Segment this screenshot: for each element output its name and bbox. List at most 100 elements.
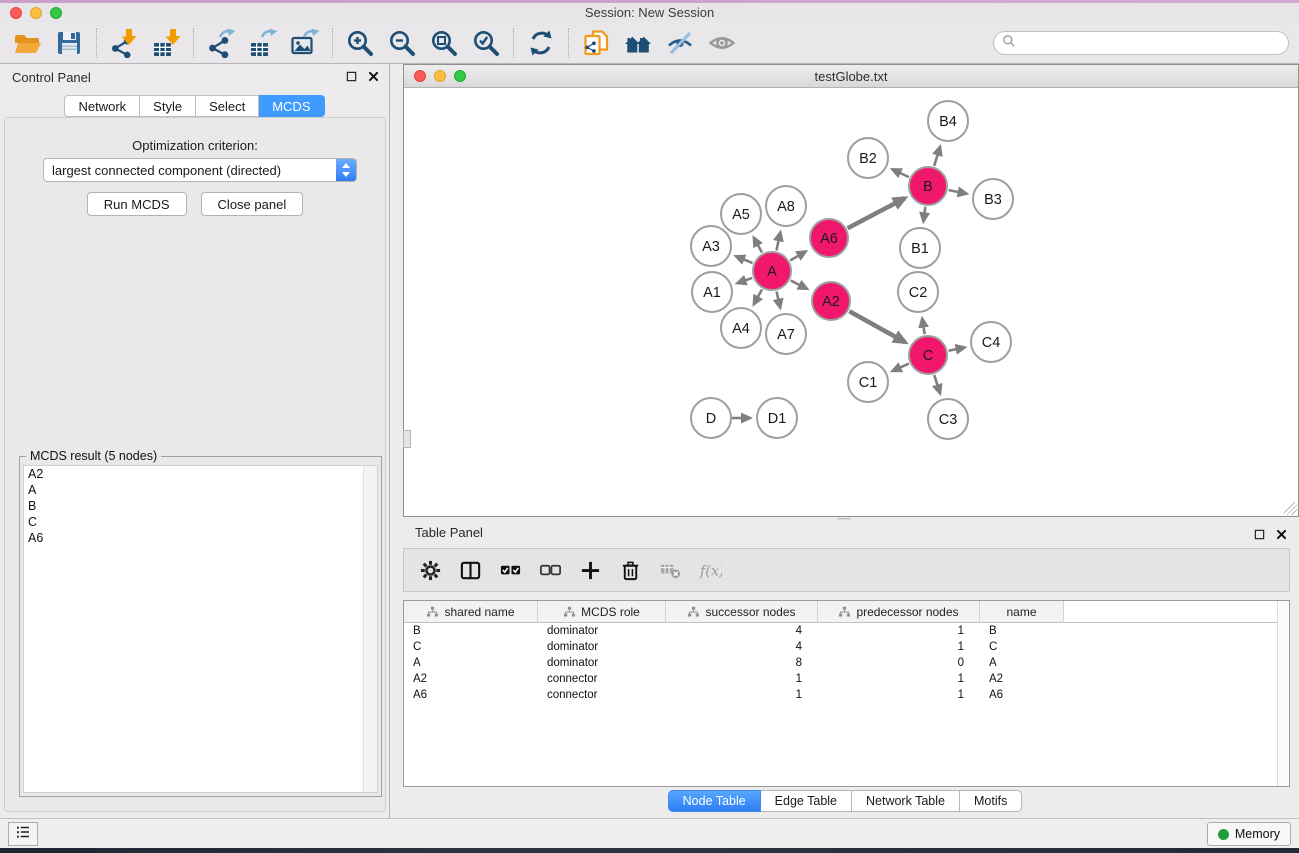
tab-motifs[interactable]: Motifs (960, 790, 1022, 812)
column-header-name[interactable]: name (980, 601, 1064, 622)
refresh-button[interactable] (520, 25, 562, 61)
select-all-rows-button[interactable] (492, 552, 528, 588)
network-edge-A-A3[interactable] (736, 256, 753, 263)
home-view-button[interactable] (617, 25, 659, 61)
column-header-shared-name[interactable]: shared name (404, 601, 538, 622)
network-edge-A-A6[interactable] (790, 252, 805, 261)
right-area: testGlobe.txt B4B2BB3A5A8A6A3B1AA1C2A2A4… (391, 64, 1299, 818)
column-header-successor-nodes[interactable]: successor nodes (666, 601, 818, 622)
network-edge-B-B1[interactable] (923, 207, 925, 221)
table-row[interactable]: A6connector11A6 (404, 687, 1289, 703)
column-header-MCDS-role[interactable]: MCDS role (538, 601, 666, 622)
network-edge-B-B2[interactable] (892, 169, 909, 177)
export-image-button[interactable] (284, 25, 326, 61)
mcds-result-items: A2ABCA6 (24, 466, 377, 546)
tab-network[interactable]: Network (64, 95, 140, 117)
optimization-criterion-label: Optimization criterion: (5, 138, 385, 153)
split-panel-icon (459, 559, 482, 582)
mcds-result-group: MCDS result (5 nodes) A2ABCA6 (19, 456, 382, 797)
import-table-button[interactable] (145, 25, 187, 61)
zoom-in-button[interactable] (339, 25, 381, 61)
criterion-dropdown-value: largest connected component (directed) (44, 163, 336, 178)
network-node-label-A1: A1 (703, 285, 721, 301)
table-settings-gear-icon (419, 559, 442, 582)
close-table-panel-icon[interactable] (1273, 526, 1289, 542)
network-node-label-A5: A5 (732, 207, 750, 223)
status-bar: Memory (0, 818, 1299, 848)
zoom-out-button[interactable] (381, 25, 423, 61)
network-edge-A-A1[interactable] (737, 278, 752, 283)
table-settings-gear-button[interactable] (412, 552, 448, 588)
tab-network-table[interactable]: Network Table (852, 790, 960, 812)
network-edge-B-B3[interactable] (949, 190, 967, 194)
column-header-predecessor-nodes[interactable]: predecessor nodes (818, 601, 980, 622)
result-item[interactable]: B (24, 498, 377, 514)
mcds-result-list[interactable]: A2ABCA6 (23, 465, 378, 793)
tab-select[interactable]: Select (196, 95, 259, 117)
network-edge-A-A2[interactable] (791, 281, 807, 289)
result-item[interactable]: C (24, 514, 377, 530)
save-session-button[interactable] (48, 25, 90, 61)
resize-grip-icon[interactable] (1284, 502, 1297, 515)
zoom-out-icon (387, 28, 417, 58)
export-network-button[interactable] (200, 25, 242, 61)
deselect-all-rows-icon (539, 559, 562, 582)
import-network-button[interactable] (103, 25, 145, 61)
criterion-dropdown[interactable]: largest connected component (directed) (43, 158, 357, 182)
hide-graphics-details-button[interactable] (659, 25, 701, 61)
table-row[interactable]: A2connector11A2 (404, 671, 1289, 687)
table-row[interactable]: Adominator80A (404, 655, 1289, 671)
network-edge-A-A5[interactable] (754, 238, 762, 253)
add-column-button[interactable] (572, 552, 608, 588)
table-cell: 1 (818, 687, 980, 703)
search-box[interactable] (993, 31, 1289, 55)
app-titlebar: Session: New Session (0, 3, 1299, 22)
table-panel-header: Table Panel (391, 520, 1299, 546)
close-panel-button[interactable]: Close panel (201, 192, 304, 216)
zoom-fit-button[interactable] (423, 25, 465, 61)
run-mcds-button[interactable]: Run MCDS (87, 192, 187, 216)
network-edge-C-C4[interactable] (949, 347, 965, 350)
float-panel-icon[interactable] (343, 68, 359, 84)
network-edge-C-C2[interactable] (922, 319, 924, 335)
table-row[interactable]: Bdominator41B (404, 623, 1289, 639)
main-toolbar (0, 22, 1299, 64)
result-list-scrollbar[interactable] (363, 466, 377, 792)
search-input[interactable] (1017, 33, 1288, 53)
network-edge-C-C3[interactable] (934, 375, 940, 393)
delete-column-button[interactable] (612, 552, 648, 588)
tab-node-table[interactable]: Node Table (668, 790, 761, 812)
task-history-button[interactable] (8, 822, 38, 846)
control-panel-tabs: NetworkStyleSelectMCDS (0, 95, 389, 117)
result-item[interactable]: A6 (24, 530, 377, 546)
network-edge-A2-C[interactable] (849, 311, 905, 342)
float-table-panel-icon[interactable] (1251, 526, 1267, 542)
network-node-label-C: C (923, 348, 933, 364)
network-edge-A-A4[interactable] (754, 289, 762, 304)
split-panel-button[interactable] (452, 552, 488, 588)
network-edge-B-B4[interactable] (934, 147, 940, 166)
memory-button[interactable]: Memory (1207, 822, 1291, 846)
table-scrollbar[interactable] (1277, 601, 1289, 786)
zoom-selected-button[interactable] (465, 25, 507, 61)
tab-mcds[interactable]: MCDS (259, 95, 324, 117)
network-edge-A6-B[interactable] (848, 198, 905, 228)
tab-edge-table[interactable]: Edge Table (761, 790, 852, 812)
result-item[interactable]: A (24, 482, 377, 498)
birdseye-handle[interactable] (403, 430, 411, 448)
open-session-button[interactable] (6, 25, 48, 61)
close-panel-icon[interactable] (365, 68, 381, 84)
tree-icon (838, 606, 851, 618)
tab-style[interactable]: Style (140, 95, 196, 117)
deselect-all-rows-button[interactable] (532, 552, 568, 588)
clone-network-button[interactable] (575, 25, 617, 61)
export-table-button[interactable] (242, 25, 284, 61)
table-row[interactable]: Cdominator41C (404, 639, 1289, 655)
svg-text:f(x): f(x) (699, 563, 722, 579)
network-edge-C-C1[interactable] (893, 364, 909, 371)
network-edge-A-A7[interactable] (777, 291, 781, 307)
network-canvas[interactable]: B4B2BB3A5A8A6A3B1AA1C2A2A4A7C4CC1C3DD1 (404, 88, 1298, 516)
result-item[interactable]: A2 (24, 466, 377, 482)
network-edge-A-A8[interactable] (776, 232, 780, 250)
table-cell: 1 (818, 671, 980, 687)
